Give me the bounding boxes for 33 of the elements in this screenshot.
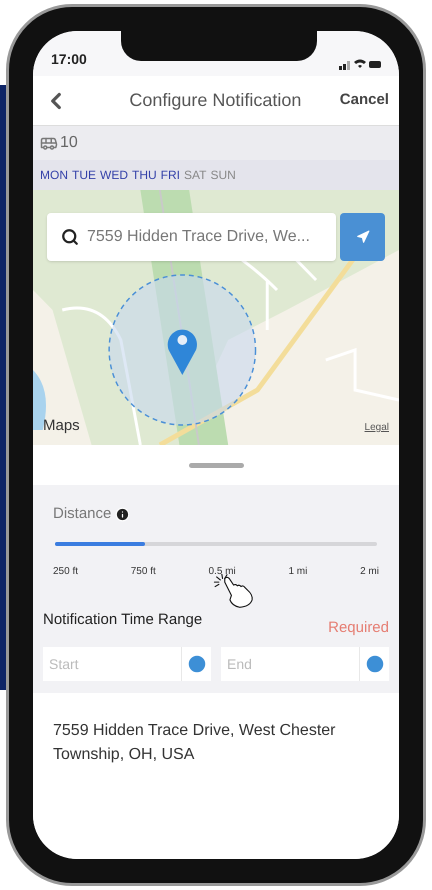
distance-tick-label: 250 ft — [53, 564, 78, 578]
location-arrow-icon — [356, 230, 370, 244]
locate-button[interactable] — [340, 213, 385, 261]
info-icon — [115, 506, 130, 522]
search-icon — [61, 228, 79, 246]
distance-tick-label: 750 ft — [130, 564, 156, 578]
distance-tick-label: 0.5 mi — [208, 564, 236, 578]
distance-tick-label: 1 mi — [288, 564, 308, 578]
day-label[interactable]: WED — [100, 166, 128, 184]
distance-tick-label: 2 mi — [360, 564, 379, 578]
required-label: Required — [328, 618, 389, 638]
address-text: 7559 Hidden Trace Drive, West Chester Township, OH, USA — [53, 721, 336, 765]
status-time: 17:00 — [51, 50, 87, 69]
distance-slider-fill[interactable] — [55, 542, 146, 546]
sheet-handle[interactable] — [188, 462, 244, 468]
time-range-label: Notification Time Range — [43, 610, 202, 630]
cancel-button[interactable]: Cancel — [340, 89, 389, 112]
day-label[interactable]: FRI — [160, 166, 180, 184]
start-time-field[interactable]: Start — [43, 647, 181, 681]
maps-attribution: Maps — [43, 416, 80, 436]
clock-button[interactable] — [359, 647, 389, 681]
day-label[interactable]: THU — [132, 166, 157, 184]
status-icons — [339, 58, 381, 70]
distance-label: Distance — [53, 504, 112, 524]
end-time-field[interactable]: End — [221, 647, 359, 681]
legal-link[interactable]: Legal — [364, 420, 389, 435]
day-label[interactable]: TUE — [72, 166, 96, 184]
search-field[interactable]: 7559 Hidden Trace Drive, We... — [47, 213, 336, 261]
distance-slider-track[interactable] — [55, 542, 377, 546]
page-title: Configure Notification — [129, 89, 302, 112]
route-number: 10 — [60, 133, 78, 153]
day-label[interactable]: MON — [40, 166, 68, 184]
clock-button[interactable] — [181, 647, 211, 681]
